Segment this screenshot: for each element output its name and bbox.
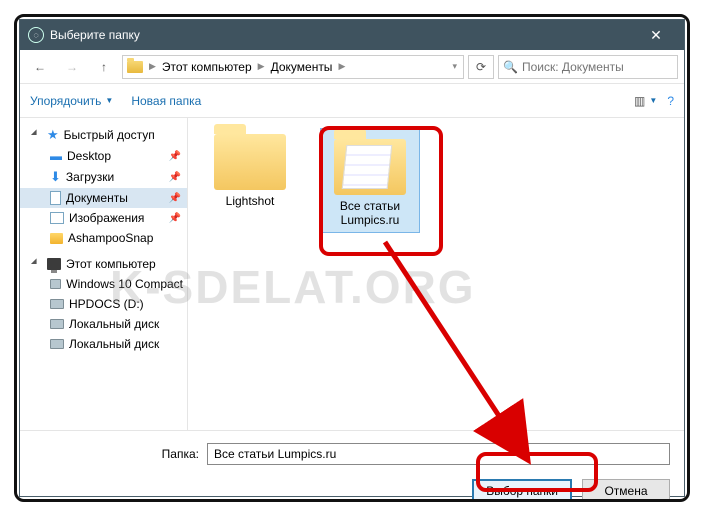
pin-icon: 📌 [169, 172, 181, 183]
forward-button: → [58, 55, 86, 79]
content-pane[interactable]: Lightshot Все статьи Lumpics.ru [188, 118, 684, 430]
refresh-button[interactable]: ⟳ [468, 55, 494, 79]
folder-label: Все статьи Lumpics.ru [325, 199, 415, 228]
chevron-right-icon: ▶ [256, 61, 267, 72]
sidebar-item-drive[interactable]: HPDOCS (D:) [20, 294, 187, 314]
breadcrumb[interactable]: ▶ Этот компьютер ▶ Документы ▶ ▾ [122, 55, 464, 79]
image-icon [50, 212, 64, 224]
cancel-button[interactable]: Отмена [582, 479, 670, 502]
search-input[interactable]: 🔍 [498, 55, 678, 79]
navbar: ← → ↑ ▶ Этот компьютер ▶ Документы ▶ ▾ ⟳… [20, 50, 684, 84]
sidebar-this-pc[interactable]: Этот компьютер [20, 254, 187, 274]
chevron-right-icon: ▶ [336, 61, 347, 72]
titlebar: ◌ Выберите папку ✕ [20, 20, 684, 50]
new-folder-button[interactable]: Новая папка [131, 94, 201, 108]
new-folder-label: Новая папка [131, 94, 201, 108]
folder-open-icon [334, 139, 406, 195]
sidebar-item-drive[interactable]: Локальный диск [20, 314, 187, 334]
window-title: Выберите папку [50, 28, 636, 42]
organize-label: Упорядочить [30, 94, 101, 108]
view-button[interactable]: ▥ ▼ [634, 94, 657, 108]
document-icon [50, 191, 61, 205]
star-icon: ★ [47, 127, 59, 143]
close-icon[interactable]: ✕ [636, 27, 676, 44]
drive-icon [50, 319, 64, 329]
breadcrumb-root[interactable]: Этот компьютер [162, 60, 252, 74]
chevron-down-icon: ▼ [105, 96, 113, 105]
back-button[interactable]: ← [26, 55, 54, 79]
pin-icon: 📌 [169, 151, 181, 162]
search-field[interactable] [522, 60, 677, 74]
search-icon: 🔍 [503, 60, 518, 74]
folder-field[interactable] [207, 443, 670, 465]
help-button[interactable]: ? [667, 94, 674, 108]
drive-icon [50, 299, 64, 309]
folder-icon [127, 61, 143, 73]
breadcrumb-current[interactable]: Документы [271, 60, 333, 74]
select-folder-button[interactable]: Выбор папки [472, 479, 572, 502]
quick-access-label: Быстрый доступ [64, 128, 155, 142]
folder-icon [214, 134, 286, 190]
sidebar-item-ashampoo[interactable]: AshampooSnap [20, 228, 187, 248]
pin-icon: 📌 [169, 193, 181, 204]
download-icon: ⬇ [50, 169, 61, 185]
drive-icon [50, 279, 61, 289]
chevron-right-icon: ▶ [147, 61, 158, 72]
organize-button[interactable]: Упорядочить ▼ [30, 94, 113, 108]
this-pc-label: Этот компьютер [66, 257, 156, 271]
folder-label: Lightshot [200, 194, 300, 208]
drive-icon [50, 339, 64, 349]
up-button[interactable]: ↑ [90, 55, 118, 79]
sidebar-item-drive[interactable]: Локальный диск [20, 334, 187, 354]
chevron-down-icon: ▼ [649, 96, 657, 105]
pin-icon: 📌 [169, 213, 181, 224]
sidebar-item-desktop[interactable]: ▬Desktop📌 [20, 146, 187, 166]
footer: Папка: Выбор папки Отмена [20, 430, 684, 502]
computer-icon [47, 258, 61, 270]
command-bar: Упорядочить ▼ Новая папка ▥ ▼ ? [20, 84, 684, 118]
sidebar-item-drive[interactable]: Windows 10 Compact [20, 274, 187, 294]
folder-item[interactable]: Lightshot [200, 128, 300, 208]
sidebar-item-downloads[interactable]: ⬇Загрузки📌 [20, 166, 187, 188]
app-icon: ◌ [28, 27, 44, 43]
sidebar-quick-access[interactable]: ★ Быстрый доступ [20, 124, 187, 146]
sidebar-item-documents[interactable]: Документы📌 [20, 188, 187, 208]
chevron-down-icon[interactable]: ▾ [450, 61, 459, 72]
desktop-icon: ▬ [50, 149, 62, 163]
folder-field-label: Папка: [34, 447, 199, 461]
sidebar-item-images[interactable]: Изображения📌 [20, 208, 187, 228]
sidebar: ★ Быстрый доступ ▬Desktop📌 ⬇Загрузки📌 До… [20, 118, 188, 430]
folder-icon [50, 233, 63, 244]
folder-item-selected[interactable]: Все статьи Lumpics.ru [320, 128, 420, 233]
